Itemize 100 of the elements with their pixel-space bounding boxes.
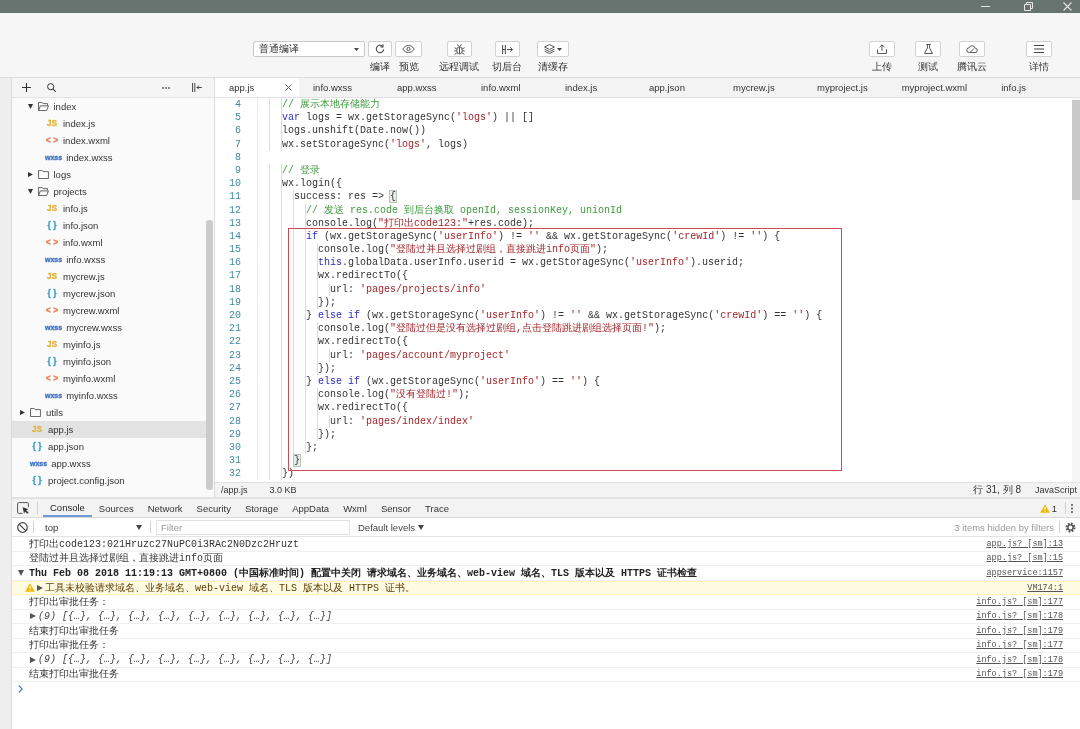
file-tree-item[interactable]: JS index.js [12,115,206,132]
scrollbar-thumb[interactable] [206,220,213,490]
file-tree-item[interactable]: < > info.wxml [12,234,206,251]
file-tree-item[interactable]: logs [12,166,206,183]
devtools-tab[interactable]: Storage [237,499,286,517]
cloud-button[interactable]: 腾讯云 [957,41,987,74]
source-link[interactable]: appservice:1157 [986,567,1063,578]
expand-arrow-icon[interactable] [27,104,33,109]
file-tree-item[interactable]: { } project.config.json [12,472,206,489]
scrollbar-thumb[interactable] [1072,100,1080,200]
devtools-tab[interactable]: Sensor [373,499,418,517]
expand-arrow-icon[interactable] [27,172,33,177]
close-icon[interactable] [285,84,292,91]
devtools-tab[interactable]: Network [140,499,190,517]
more-icon[interactable] [162,86,170,89]
file-tree-item[interactable]: { } mycrew.json [12,285,206,302]
editor-tab[interactable]: info.wxss [299,78,383,97]
layers-icon [544,44,555,54]
language-mode[interactable]: JavaScript [1034,485,1077,495]
file-tree-item[interactable]: < > mycrew.wxml [12,302,206,319]
code-line: url: 'pages/index/index' [330,414,475,428]
source-link[interactable]: info.js? [sm]:179 [976,625,1063,636]
code-line: } else if (wx.getStorageSync('userInfo') != '' && wx.getStorageSync('crewId') == '') { [306,309,823,322]
line-number: 13 [228,216,241,230]
expand-arrow-icon[interactable] [30,656,36,663]
source-link[interactable]: app.js? [sm]:15 [986,553,1063,564]
file-tree-item[interactable]: index [12,98,206,115]
clear-console-icon[interactable] [17,521,28,533]
clear-cache-button[interactable]: 清缓存 [537,41,569,74]
source-link[interactable]: info.js? [sm]:178 [976,654,1063,665]
file-tree-item[interactable]: JS mycrew.js [12,268,206,285]
code-line: if (wx.getStorageSync('userInfo') != '' && wx.getStorageSync('crewId') != '') { [306,229,781,243]
filter-field[interactable]: Filter [156,519,350,535]
compile-button[interactable]: 编译 [368,41,392,74]
code-line: } else if (wx.getStorageSync('userInfo') == '') { [306,374,601,388]
expand-arrow-icon[interactable] [20,410,25,415]
eye-icon [402,45,415,53]
source-link[interactable]: app.js? [sm]:13 [986,538,1063,549]
editor-tab[interactable]: myproject.wxml [887,78,988,97]
editor-tab[interactable]: info.wxml [467,78,551,97]
compile-mode-select[interactable]: 普通编译 [253,41,365,57]
devtools-tab[interactable]: Wxml [336,499,374,517]
code-line: }); [318,427,336,441]
devtools-tab[interactable]: AppData [285,499,337,517]
file-type-text: { } [46,357,58,366]
add-icon[interactable] [22,83,31,92]
prompt-chevron-icon [18,685,23,693]
file-tree-item[interactable]: < > index.wxml [12,132,206,149]
file-type-text: < > [45,238,59,247]
devtools-tab[interactable]: Trace [418,499,456,517]
devtools-tab[interactable]: Console [43,499,92,517]
editor-tab[interactable]: app.js [215,78,299,97]
file-tree-item[interactable]: utils [12,404,206,421]
preview-button[interactable]: 预览 [395,41,422,74]
expand-arrow-icon[interactable] [30,613,36,620]
background-button[interactable]: 切后台 [492,41,522,74]
code-line: // 展示本地存储能力 [282,98,380,112]
restore-icon[interactable] [1024,2,1033,11]
devtools-tab[interactable]: Sources [91,499,141,517]
console-message: 结束打印出审批任务 [29,624,119,638]
file-tree-item[interactable]: < > myinfo.wxml [12,370,206,387]
search-icon[interactable] [47,83,56,92]
details-button[interactable]: 详情 [1026,41,1052,74]
source-link[interactable]: VM174:1 [1027,582,1063,593]
console-message: 打印出审批任务： [29,638,109,653]
editor-tab[interactable]: app.wxss [383,78,467,97]
source-link[interactable]: info.js? [sm]:178 [976,611,1063,622]
context-select[interactable]: top [39,519,145,535]
file-tree-item[interactable]: { } myinfo.json [12,353,206,370]
file-tree-item[interactable]: { } app.json [12,438,206,455]
file-tree-item[interactable]: JS app.js [12,421,206,438]
code-line: wx.redirectTo({ [318,269,408,283]
devtools-tab[interactable]: Security [189,499,238,517]
code-line: wx.redirectTo({ [318,335,408,349]
warning-icon [1039,503,1050,513]
log-levels-dropdown[interactable]: Default levels [358,521,425,533]
settings-icon[interactable] [1065,521,1076,533]
upload-button[interactable]: 上传 [869,41,895,74]
editor-tab[interactable]: myproject.js [803,78,888,97]
editor-tab[interactable]: info.js [987,78,1072,97]
line-number: 5 [234,111,241,125]
warning-count[interactable]: 1 [1051,502,1057,514]
source-link[interactable]: info.js? [sm]:179 [976,669,1063,680]
line-number: 19 [228,295,241,309]
expand-arrow-icon[interactable] [27,189,33,194]
panel-collapse-icon[interactable] [192,83,202,92]
source-link[interactable]: info.js? [sm]:177 [976,596,1063,607]
file-tree-item[interactable]: projects [12,183,206,200]
editor-tab[interactable]: app.json [635,78,719,97]
file-tree-item[interactable]: JS info.js [12,200,206,217]
expand-arrow-icon[interactable] [18,569,24,576]
file-tree-item[interactable]: { } info.json [12,217,206,234]
editor-tab[interactable]: mycrew.js [719,78,803,97]
remote-debug-button[interactable]: 远程调试 [439,41,479,74]
source-link[interactable]: info.js? [sm]:177 [976,640,1063,651]
expand-arrow-icon[interactable] [37,584,43,591]
test-button[interactable]: 测试 [915,41,941,74]
inspect-icon[interactable] [17,502,29,514]
editor-tab[interactable]: index.js [551,78,635,97]
file-tree-item[interactable]: JS myinfo.js [12,336,206,353]
